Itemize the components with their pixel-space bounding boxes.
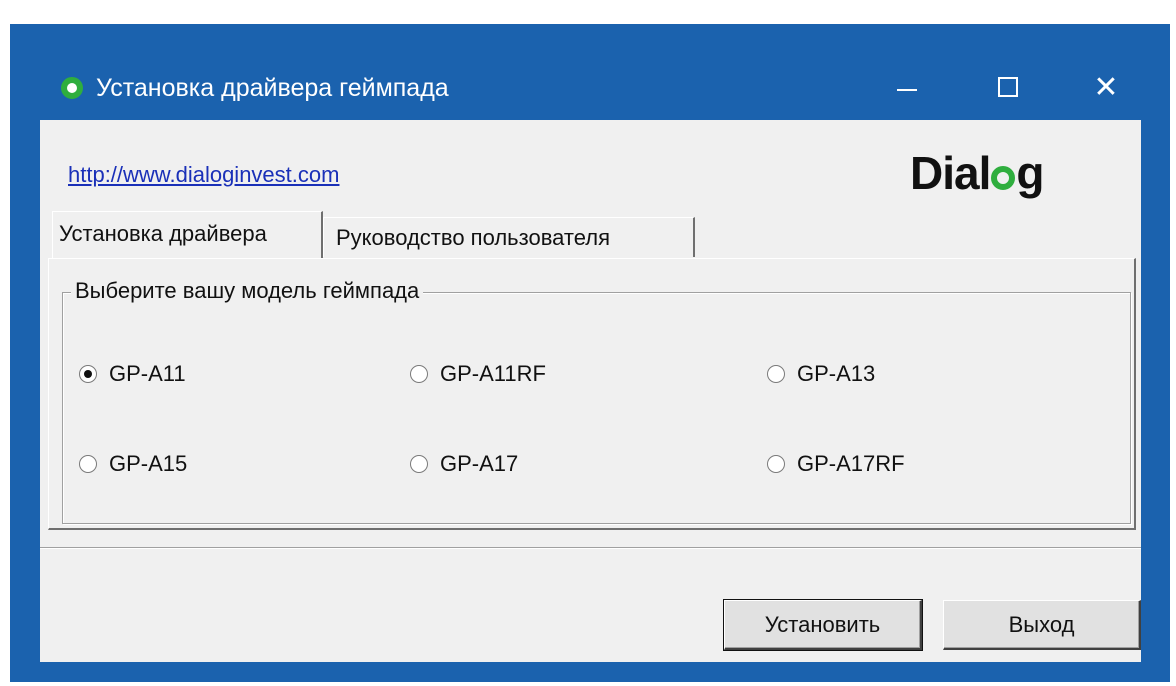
minimize-icon [897, 89, 917, 91]
dialog-logo: Dial g [910, 146, 1044, 200]
logo-o-ring-icon [991, 166, 1016, 190]
tab-driver-install[interactable]: Установка драйвера [52, 211, 323, 258]
tab-strip: Установка драйвера Руководство пользоват… [52, 211, 1132, 263]
window-title: Установка драйвера геймпада [96, 74, 449, 102]
tab-panel: Выберите вашу модель геймпада GP-A11 GP-… [48, 258, 1136, 530]
exit-button[interactable]: Выход [943, 600, 1141, 650]
window-client-area: http://www.dialoginvest.com Dial g Устано… [40, 120, 1141, 662]
install-button[interactable]: Установить [723, 599, 923, 651]
radio-unchecked-icon [79, 455, 97, 473]
radio-unchecked-icon [410, 365, 428, 383]
desktop: Установка драйвера геймпада ✕ http://www… [0, 0, 1176, 686]
radio-unchecked-icon [767, 365, 785, 383]
radio-unchecked-icon [410, 455, 428, 473]
radio-label: GP-A11RF [440, 361, 546, 386]
title-bar[interactable]: Установка драйвера геймпада ✕ [10, 24, 1170, 120]
radio-unchecked-icon [767, 455, 785, 473]
maximize-icon [998, 77, 1018, 97]
minimize-button[interactable] [865, 60, 947, 116]
logo-text-start: Dial [910, 147, 991, 199]
tab-user-guide[interactable]: Руководство пользователя [323, 217, 695, 257]
logo-text-end: g [1016, 147, 1044, 199]
maximize-button[interactable] [967, 60, 1049, 116]
radio-label: GP-A15 [109, 451, 188, 476]
radio-checked-icon [79, 365, 97, 383]
groupbox-legend: Выберите вашу модель геймпада [71, 275, 424, 307]
radio-label: GP-A13 [797, 361, 876, 386]
radio-label: GP-A11 [109, 361, 186, 386]
installer-window: Установка драйвера геймпада ✕ http://www… [10, 24, 1170, 682]
close-button[interactable]: ✕ [1065, 60, 1147, 116]
radio-label: GP-A17 [440, 451, 519, 476]
radio-label: GP-A17RF [797, 451, 905, 476]
website-link[interactable]: http://www.dialoginvest.com [68, 160, 339, 190]
app-ring-icon [61, 77, 83, 99]
divider [40, 547, 1141, 549]
model-groupbox: Выберите вашу модель геймпада GP-A11 GP-… [62, 275, 1131, 524]
close-icon: ✕ [1093, 71, 1119, 104]
